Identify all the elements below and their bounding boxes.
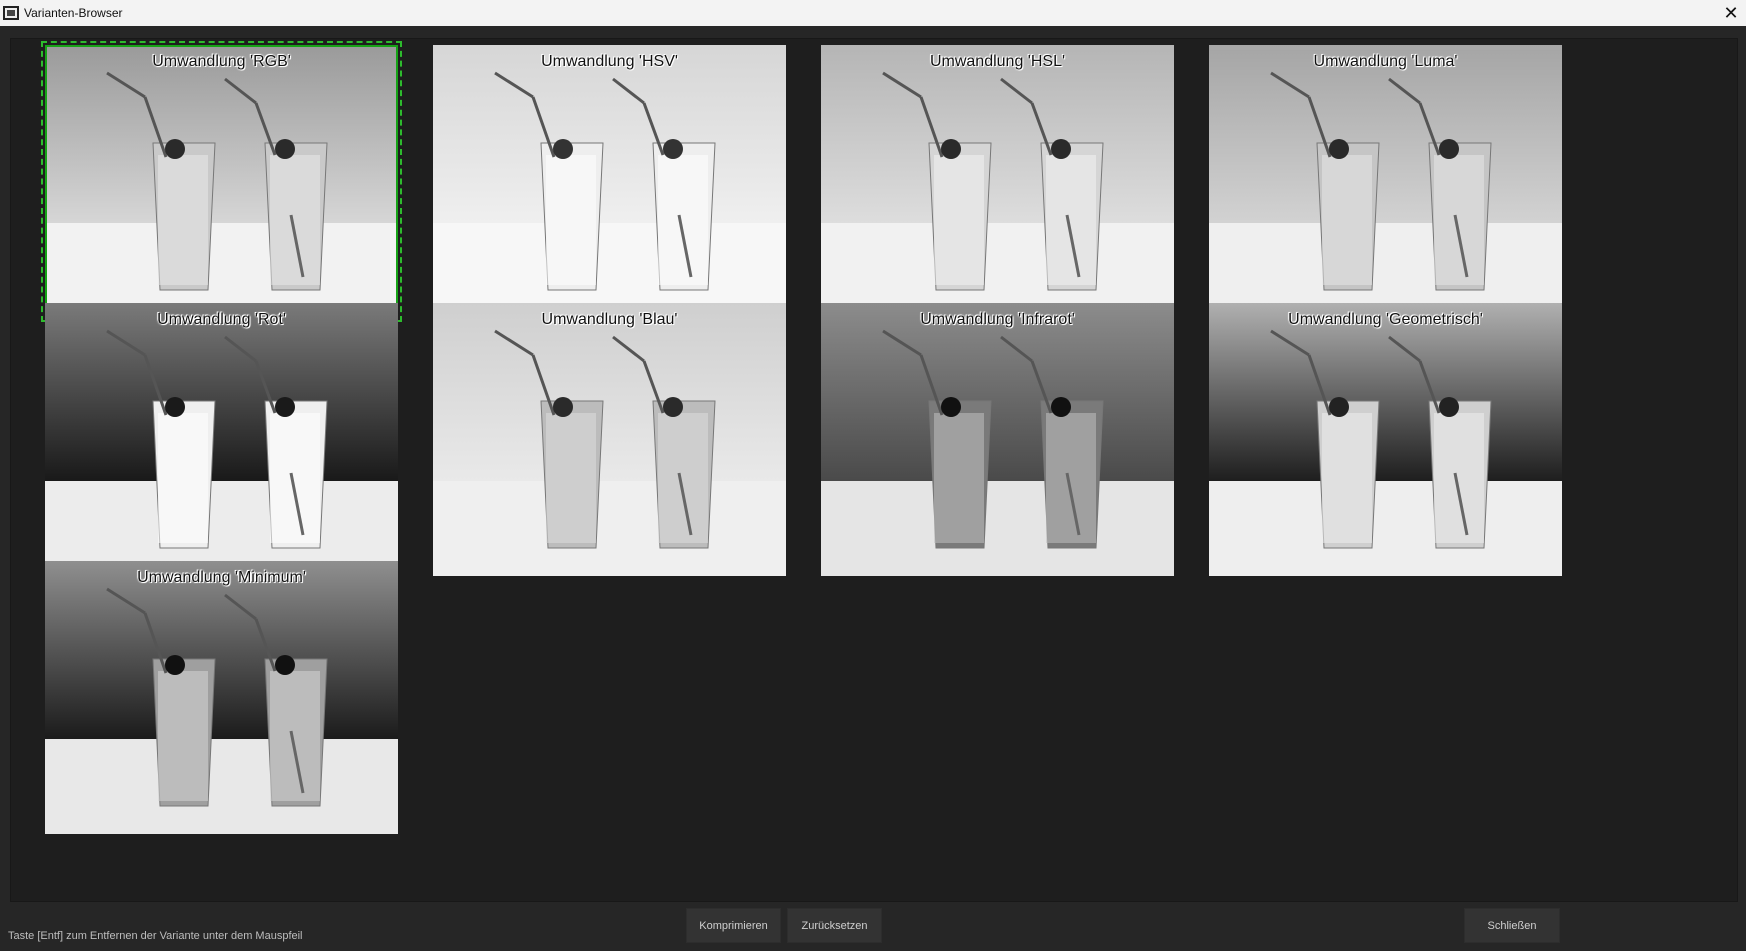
variant-thumbnail[interactable]: Umwandlung 'Luma' [1209, 45, 1562, 318]
variant-label: Umwandlung 'Blau' [541, 311, 678, 328]
variant-label: Umwandlung 'Geometrisch' [1288, 311, 1483, 328]
variant-thumbnail[interactable]: Umwandlung 'RGB' [41, 41, 402, 322]
title-bar: Varianten-Browser ✕ [0, 0, 1746, 26]
variant-label: Umwandlung 'RGB' [152, 53, 291, 70]
variant-image [45, 303, 398, 576]
variant-image [821, 303, 1174, 576]
variant-label: Umwandlung 'Luma' [1313, 53, 1458, 70]
variant-thumbnail[interactable]: Umwandlung 'Geometrisch' [1209, 303, 1562, 576]
variant-image [45, 45, 398, 318]
variant-thumbnail[interactable]: Umwandlung 'Infrarot' [821, 303, 1174, 576]
variant-label: Umwandlung 'HSL' [929, 53, 1066, 70]
film-icon [3, 6, 19, 20]
variant-label: Umwandlung 'Infrarot' [920, 311, 1075, 328]
variant-image [45, 561, 398, 834]
variant-label: Umwandlung 'Rot' [157, 311, 286, 328]
variant-image [1209, 303, 1562, 576]
close-icon[interactable]: ✕ [1716, 0, 1746, 26]
variant-image [821, 45, 1174, 318]
variant-image [433, 45, 786, 318]
variant-thumbnail[interactable]: Umwandlung 'Minimum' [45, 561, 398, 834]
variant-label: Umwandlung 'Minimum' [137, 569, 306, 586]
variant-thumbnail[interactable]: Umwandlung 'Rot' [45, 303, 398, 576]
compress-button[interactable]: Komprimieren [686, 908, 781, 943]
variant-image [1209, 45, 1562, 318]
variant-thumbnail[interactable]: Umwandlung 'Blau' [433, 303, 786, 576]
hint-text: Taste [Entf] zum Entfernen der Variante … [8, 930, 303, 942]
variant-thumbnail[interactable]: Umwandlung 'HSL' [821, 45, 1174, 318]
status-bar: Taste [Entf] zum Entfernen der Variante … [0, 906, 1746, 951]
variant-label: Umwandlung 'HSV' [541, 53, 678, 70]
variant-image [433, 303, 786, 576]
variants-panel: Umwandlung 'RGB' Umwandlung 'HSV' Umwandlu… [10, 38, 1738, 902]
reset-button[interactable]: Zurücksetzen [787, 908, 882, 943]
close-button[interactable]: Schließen [1464, 908, 1560, 943]
variant-thumbnail[interactable]: Umwandlung 'HSV' [433, 45, 786, 318]
window-title: Varianten-Browser [24, 6, 123, 20]
